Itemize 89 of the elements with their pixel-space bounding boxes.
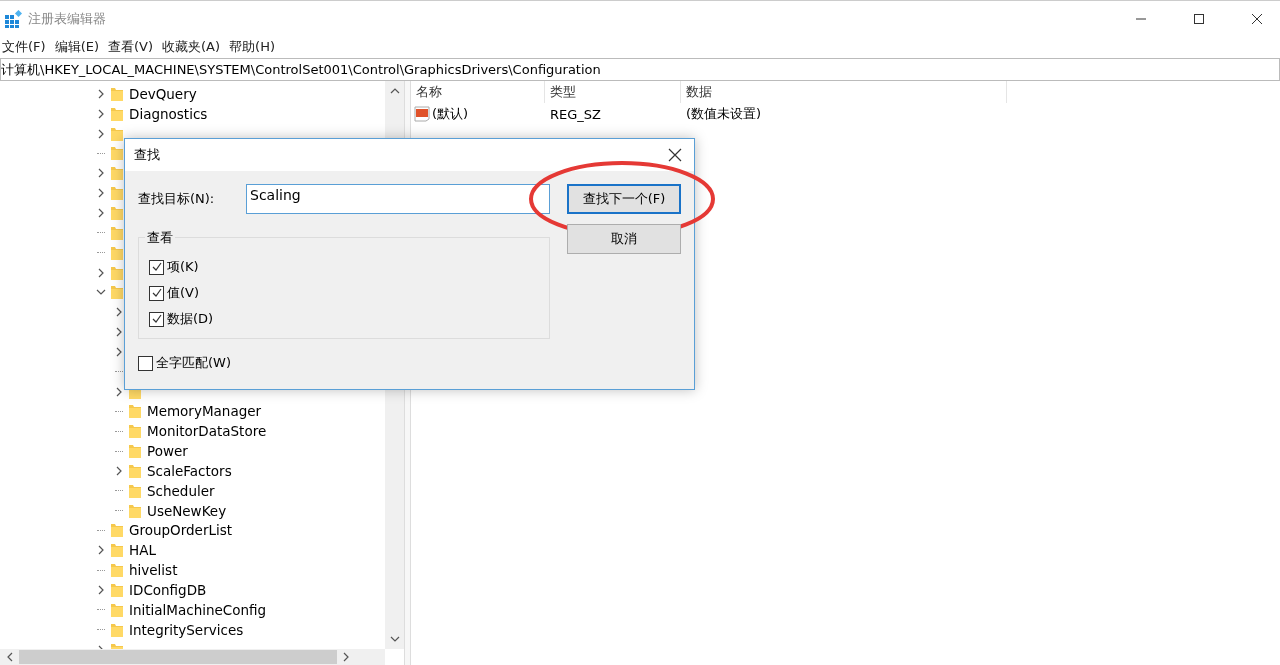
find-next-button[interactable]: 查找下一个(F) xyxy=(567,184,681,214)
find-label: 查找目标(N): xyxy=(138,190,216,208)
scrollbar-thumb[interactable] xyxy=(19,650,337,664)
folder-icon xyxy=(128,403,142,420)
address-bar[interactable]: 计算机\HKEY_LOCAL_MACHINE\SYSTEM\ControlSet001\Control\GraphicsDrivers\Configuration xyxy=(0,58,1280,81)
expand-chevron-icon[interactable] xyxy=(96,108,106,119)
folder-icon xyxy=(110,542,124,559)
expand-chevron-icon[interactable] xyxy=(114,307,124,318)
column-header[interactable]: 名称 xyxy=(411,81,545,103)
checkbox[interactable] xyxy=(149,259,164,275)
folder-icon xyxy=(110,621,124,638)
menu-item[interactable]: 收藏夹(A) xyxy=(160,38,228,56)
menu-item[interactable]: 帮助(H) xyxy=(227,38,282,56)
checkbox-label[interactable]: 项(K) xyxy=(167,258,199,276)
checkbox[interactable] xyxy=(149,285,164,301)
dialog-title: 查找 xyxy=(134,146,160,164)
tree-item[interactable]: Power xyxy=(147,443,188,460)
folder-icon xyxy=(110,205,124,221)
folder-icon xyxy=(110,105,124,122)
menu-item[interactable]: 查看(V) xyxy=(106,38,161,56)
folder-icon xyxy=(110,145,124,162)
checkbox[interactable] xyxy=(138,355,153,371)
expand-chevron-icon[interactable] xyxy=(96,267,106,278)
tree-item[interactable]: ScaleFactors xyxy=(147,462,232,479)
scroll-right-icon[interactable] xyxy=(341,652,351,662)
checkbox-label[interactable]: 全字匹配(W) xyxy=(156,354,231,372)
string-value-icon xyxy=(414,106,430,122)
expand-chevron-icon[interactable] xyxy=(96,128,106,139)
tree-item[interactable]: hivelist xyxy=(129,562,178,579)
folder-icon xyxy=(110,582,124,598)
folder-icon xyxy=(110,85,124,102)
close-icon[interactable] xyxy=(668,148,682,162)
folder-icon xyxy=(128,423,142,440)
find-input-field[interactable]: Scaling xyxy=(246,184,550,214)
tree-item[interactable]: Diagnostics xyxy=(129,105,208,122)
expand-chevron-icon[interactable] xyxy=(114,327,124,338)
value-data: (数值未设置) xyxy=(685,105,763,123)
close-icon[interactable] xyxy=(1251,12,1263,25)
folder-icon xyxy=(128,462,142,479)
folder-icon xyxy=(128,443,142,460)
expand-chevron-icon[interactable] xyxy=(96,188,106,199)
folder-icon xyxy=(128,482,142,499)
maximize-icon[interactable] xyxy=(1193,12,1205,25)
checkbox[interactable] xyxy=(149,311,164,327)
scroll-up-icon[interactable] xyxy=(389,86,400,96)
tree-item[interactable]: DevQuery xyxy=(129,85,197,102)
registry-app-icon xyxy=(4,9,22,28)
scroll-left-icon[interactable] xyxy=(5,652,15,662)
folder-icon xyxy=(128,502,142,519)
expand-chevron-icon[interactable] xyxy=(96,585,106,595)
folder-icon xyxy=(110,125,124,142)
expand-chevron-icon[interactable] xyxy=(96,545,106,556)
tree-item[interactable]: Scheduler xyxy=(147,482,215,499)
column-header[interactable]: 类型 xyxy=(545,81,681,103)
folder-icon xyxy=(110,185,124,202)
expand-chevron-icon[interactable] xyxy=(96,208,106,218)
menu-item[interactable]: 编辑(E) xyxy=(52,38,106,56)
tree-item[interactable]: GroupOrderList xyxy=(129,522,233,539)
folder-icon xyxy=(110,562,124,579)
expand-chevron-icon[interactable] xyxy=(114,386,124,397)
expand-chevron-icon[interactable] xyxy=(114,465,124,476)
folder-icon xyxy=(110,522,124,539)
tree-item[interactable]: UseNewKey xyxy=(147,502,227,519)
checkbox-label[interactable]: 值(V) xyxy=(167,284,200,302)
cancel-button[interactable]: 取消 xyxy=(567,224,681,254)
tree-item[interactable]: InitialMachineConfig xyxy=(129,601,267,618)
expand-chevron-icon[interactable] xyxy=(114,346,124,357)
folder-icon xyxy=(110,224,124,241)
expand-chevron-icon[interactable] xyxy=(96,88,106,99)
folder-icon xyxy=(110,601,124,618)
horizontal-scrollbar[interactable] xyxy=(0,649,385,665)
tree-item[interactable]: HAL xyxy=(129,542,156,559)
value-type: REG_SZ xyxy=(549,106,602,122)
folder-icon xyxy=(110,244,124,261)
tree-item[interactable]: IDConfigDB xyxy=(129,582,207,598)
checkbox-label[interactable]: 数据(D) xyxy=(167,310,214,328)
expand-chevron-icon[interactable] xyxy=(96,168,106,179)
value-name: (默认) xyxy=(432,105,469,123)
menu-item[interactable]: 文件(F) xyxy=(0,38,53,56)
tree-item[interactable]: IntegrityServices xyxy=(129,621,244,638)
folder-icon xyxy=(110,165,124,182)
folder-icon xyxy=(110,284,124,301)
folder-icon xyxy=(110,264,124,281)
tree-item[interactable]: MonitorDataStore xyxy=(147,423,267,440)
scroll-down-icon[interactable] xyxy=(389,634,400,644)
window-title: 注册表编辑器 xyxy=(28,9,106,28)
column-header[interactable]: 数据 xyxy=(681,81,1007,103)
group-label: 查看 xyxy=(145,229,175,247)
tree-item[interactable]: MemoryManager xyxy=(147,403,262,420)
